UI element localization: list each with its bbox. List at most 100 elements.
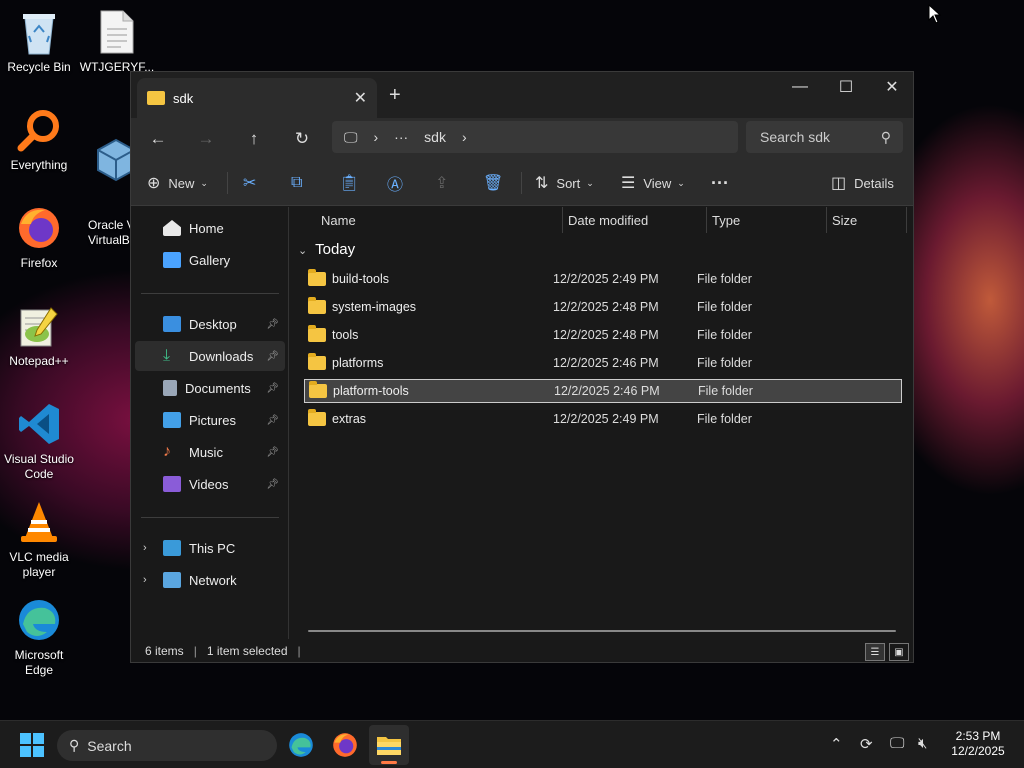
column-header-size[interactable]: Size: [832, 207, 902, 233]
column-header-type[interactable]: Type: [712, 207, 824, 233]
desktop-icon-firefox[interactable]: Firefox: [0, 204, 78, 271]
nav-label: Gallery: [189, 252, 231, 268]
details-button[interactable]: ◫ Details: [831, 170, 894, 196]
table-row[interactable]: platform-tools 12/2/2025 2:46 PM File fold…: [304, 379, 902, 403]
clock[interactable]: 2:53 PM 12/2/2025: [938, 729, 1018, 759]
back-button[interactable]: ←: [143, 124, 173, 154]
column-divider[interactable]: [906, 207, 907, 233]
chevron-right-icon[interactable]: ›: [143, 574, 147, 586]
title-bar[interactable]: sdk ✕ + — ☐ ✕: [131, 72, 913, 118]
column-divider[interactable]: [826, 207, 827, 233]
pin-icon[interactable]: 📌︎: [266, 351, 279, 362]
rename-icon: Ⓐ: [387, 177, 404, 194]
nav-item-videos[interactable]: Videos 📌︎: [135, 469, 285, 499]
pin-icon[interactable]: 📌︎: [266, 319, 279, 330]
pin-icon[interactable]: 📌︎: [266, 415, 279, 426]
copy-button[interactable]: ⧉: [291, 170, 310, 196]
nav-item-gallery[interactable]: Gallery: [135, 245, 285, 275]
desktop-icon-vlc[interactable]: VLC media player: [0, 498, 78, 580]
details-label: Details: [854, 175, 894, 191]
file-name: platform-tools: [333, 384, 409, 398]
taskbar-search[interactable]: ⚲ Search: [57, 730, 277, 761]
close-tab-icon[interactable]: ✕: [354, 88, 367, 108]
group-header-today[interactable]: ⌄ Today: [298, 241, 355, 258]
sort-button[interactable]: ⇅ Sort ⌄: [535, 170, 594, 196]
network-icon[interactable]: 🖵: [890, 735, 904, 752]
table-row[interactable]: extras 12/2/2025 2:49 PM File folder: [304, 407, 902, 431]
rename-button[interactable]: Ⓐ: [387, 170, 411, 196]
desktop-icon-label: Firefox: [20, 256, 58, 270]
nav-item-network[interactable]: › Network: [135, 565, 285, 595]
desktop-icon-everything[interactable]: Everything: [0, 106, 78, 173]
delete-button[interactable]: 🗑︎: [483, 170, 511, 196]
nav-item-downloads[interactable]: ⤓ Downloads 📌︎: [135, 341, 285, 371]
tiles-view-button[interactable]: ▣: [889, 643, 909, 661]
desktop-icon-document[interactable]: WTJGERYF...: [78, 8, 156, 75]
clock-date: 12/2/2025: [951, 744, 1005, 758]
forward-button[interactable]: →: [191, 124, 221, 154]
chevron-right-icon[interactable]: ›: [462, 129, 467, 145]
see-more-button[interactable]: ···: [711, 170, 729, 196]
column-header-date[interactable]: Date modified: [568, 207, 704, 233]
search-box[interactable]: Search sdk ⚲: [746, 121, 903, 153]
sync-icon[interactable]: ⟳: [860, 735, 873, 753]
tab-sdk[interactable]: sdk ✕: [137, 78, 377, 118]
maximize-button[interactable]: ☐: [823, 72, 869, 102]
desktop-icon-recycle-bin[interactable]: Recycle Bin: [0, 8, 78, 75]
taskbar-edge[interactable]: [281, 725, 321, 765]
pin-icon[interactable]: 📌︎: [266, 383, 279, 394]
nav-item-documents[interactable]: Documents 📌︎: [135, 373, 285, 403]
column-divider[interactable]: [706, 207, 707, 233]
file-date: 12/2/2025 2:49 PM: [553, 412, 659, 426]
new-button[interactable]: ⊕ New ⌄: [147, 170, 208, 196]
file-name: build-tools: [332, 272, 389, 286]
folder-icon: [308, 353, 326, 370]
table-row[interactable]: system-images 12/2/2025 2:48 PM File folde…: [304, 295, 902, 319]
breadcrumb-sdk[interactable]: sdk: [424, 129, 446, 145]
search-icon: ⚲: [880, 128, 891, 145]
file-date: 12/2/2025 2:46 PM: [553, 356, 659, 370]
minimize-button[interactable]: —: [777, 72, 823, 102]
chevron-up-icon[interactable]: ⌃: [830, 735, 843, 753]
paste-button[interactable]: 📋︎: [339, 170, 367, 196]
table-row[interactable]: tools 12/2/2025 2:48 PM File folder: [304, 323, 902, 347]
share-button[interactable]: ⇪: [435, 170, 456, 196]
nav-item-home[interactable]: Home: [135, 213, 285, 243]
nav-item-music[interactable]: ♪ Music 📌︎: [135, 437, 285, 467]
navigation-pane: Home Gallery Desktop 📌︎ ⤓ Downloads 📌︎ D…: [131, 207, 289, 639]
nav-label: Network: [189, 572, 237, 588]
pin-icon[interactable]: 📌︎: [266, 447, 279, 458]
toolbar-divider: [521, 172, 522, 194]
nav-item-this-pc[interactable]: › This PC: [135, 533, 285, 563]
horizontal-scrollbar[interactable]: [308, 630, 896, 632]
desktop-icon-edge[interactable]: Microsoft Edge: [0, 596, 78, 678]
computer-icon: 🖵: [344, 128, 358, 145]
close-window-button[interactable]: ✕: [869, 72, 915, 102]
nav-item-pictures[interactable]: Pictures 📌︎: [135, 405, 285, 435]
column-header-name[interactable]: Name: [321, 207, 561, 233]
view-button[interactable]: ☰ View ⌄: [621, 170, 685, 196]
breadcrumb-more[interactable]: ···: [394, 129, 408, 145]
taskbar-firefox[interactable]: [325, 725, 365, 765]
start-button[interactable]: [12, 725, 52, 765]
desktop-icon-vscode[interactable]: Visual Studio Code: [0, 400, 78, 482]
refresh-button[interactable]: ↻: [287, 124, 317, 154]
cut-button[interactable]: ✂: [243, 170, 264, 196]
column-divider[interactable]: [562, 207, 563, 233]
desktop-icon-label: Everything: [10, 158, 68, 172]
new-label: New: [168, 175, 195, 191]
new-tab-button[interactable]: +: [389, 84, 401, 107]
address-bar[interactable]: 🖵 › ··· sdk ›: [332, 121, 738, 153]
volume-muted-icon[interactable]: 🔇︎: [918, 735, 927, 752]
table-row[interactable]: build-tools 12/2/2025 2:49 PM File folder: [304, 267, 902, 291]
details-view-button[interactable]: ☰: [865, 643, 885, 661]
copy-icon: ⧉: [291, 174, 303, 191]
desktop-icon-virtualbox[interactable]: Oracle V VirtualB: [78, 106, 130, 263]
chevron-right-icon[interactable]: ›: [143, 542, 147, 554]
desktop-icon-notepadpp[interactable]: Notepad++: [0, 302, 78, 369]
nav-item-desktop[interactable]: Desktop 📌︎: [135, 309, 285, 339]
taskbar-file-explorer[interactable]: [369, 725, 409, 765]
table-row[interactable]: platforms 12/2/2025 2:46 PM File folder: [304, 351, 902, 375]
up-button[interactable]: ↑: [239, 124, 269, 154]
pin-icon[interactable]: 📌︎: [266, 479, 279, 490]
